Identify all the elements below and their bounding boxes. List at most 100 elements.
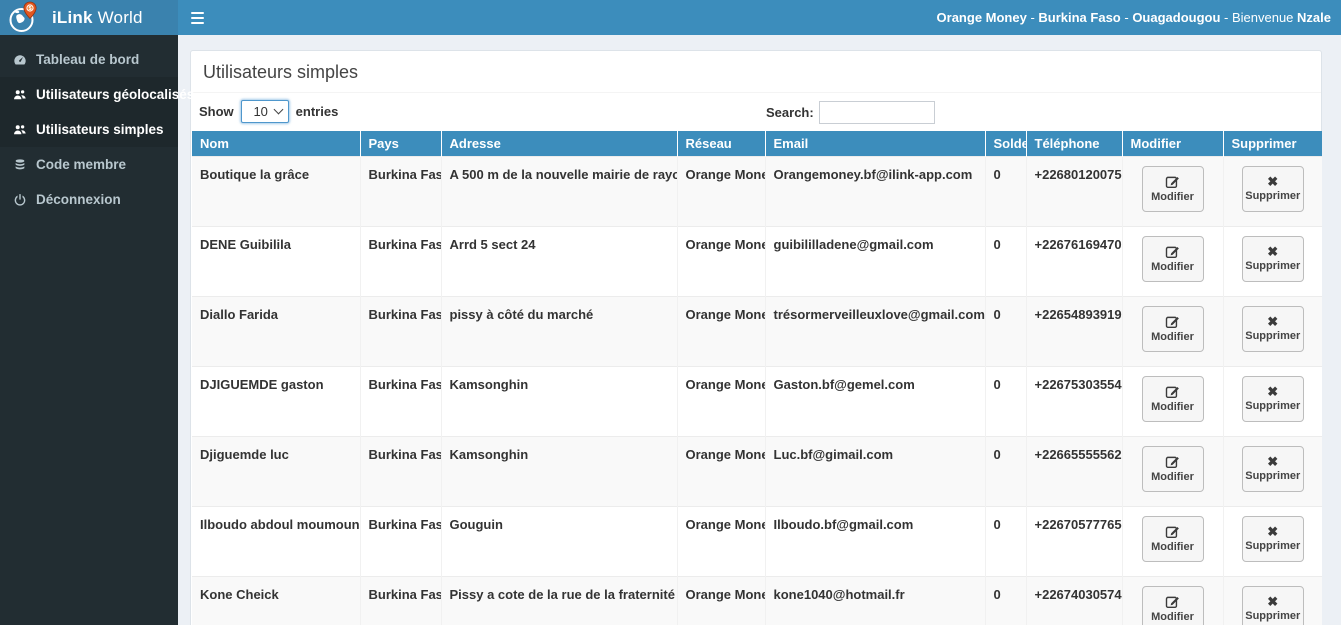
header-supprimer[interactable]: Supprimer: [1222, 131, 1322, 156]
cell-adresse: pissy à côté du marché: [440, 295, 677, 366]
page-length-select[interactable]: 10: [240, 100, 289, 123]
cell-nom: Ilboudo abdoul moumouni: [192, 505, 360, 576]
sidebar-toggle-button[interactable]: [178, 0, 216, 35]
cell-email: Orangemoney.bf@ilink-app.com: [764, 155, 985, 226]
power-icon: [14, 193, 26, 206]
users-icon: [14, 124, 26, 134]
modifier-button-label: Modifier: [1151, 541, 1194, 553]
cell-supprimer: ✖ Supprimer: [1222, 155, 1322, 226]
cell-supprimer: ✖ Supprimer: [1222, 575, 1322, 625]
cell-nom: Kone Cheick: [192, 575, 360, 625]
table-row: Djiguemde luc Burkina Faso Kamsonghin Or…: [192, 435, 1322, 506]
edit-icon: [1165, 386, 1179, 399]
cell-modifier: Modifier: [1121, 575, 1223, 625]
modifier-button-label: Modifier: [1151, 261, 1194, 273]
modifier-button[interactable]: Modifier: [1141, 515, 1204, 562]
table-controls: Show 10 entries Search:: [191, 100, 1321, 126]
cell-nom: Boutique la grâce: [192, 155, 360, 226]
table-row: Diallo Farida Burkina Faso pissy à côté …: [192, 295, 1322, 366]
cell-telephone: +22674030574: [1025, 575, 1122, 625]
edit-icon: [1165, 176, 1179, 189]
users-icon: [14, 89, 26, 99]
supprimer-button[interactable]: ✖ Supprimer: [1241, 445, 1304, 492]
supprimer-button[interactable]: ✖ Supprimer: [1241, 515, 1304, 562]
cell-solde: 0: [984, 365, 1026, 436]
delete-x-icon: ✖: [1267, 174, 1279, 189]
cell-telephone: +22670577765: [1025, 505, 1122, 576]
cell-telephone: +22675303554: [1025, 365, 1122, 436]
modifier-button[interactable]: Modifier: [1141, 375, 1204, 422]
supprimer-button-label: Supprimer: [1245, 610, 1301, 622]
header-reseau[interactable]: Réseau: [676, 131, 765, 156]
header-modifier[interactable]: Modifier: [1121, 131, 1223, 156]
modifier-button[interactable]: Modifier: [1141, 305, 1204, 352]
cell-solde: 0: [984, 155, 1026, 226]
modifier-button[interactable]: Modifier: [1141, 585, 1204, 625]
modifier-button-label: Modifier: [1151, 611, 1194, 623]
modifier-button[interactable]: Modifier: [1141, 235, 1204, 282]
cell-reseau: Orange Money: [676, 505, 765, 576]
sidebar: $ iLink World Tableau de bord Utilisateu…: [0, 0, 194, 625]
sidebar-item-utilisateurs-geolocalises[interactable]: Utilisateurs géolocalisés: [0, 77, 194, 112]
table-body: Boutique la grâce Burkina Faso A 500 m d…: [192, 155, 1322, 625]
page-length-control: Show 10 entries: [199, 100, 1313, 123]
cell-pays: Burkina Faso: [359, 435, 441, 506]
cell-email: kone1040@hotmail.fr: [764, 575, 985, 625]
users-table: Nom Pays Adresse Réseau Email Solde Télé…: [192, 131, 1322, 625]
cell-email: Ilboudo.bf@gmail.com: [764, 505, 985, 576]
cell-reseau: Orange Money: [676, 575, 765, 625]
cell-pays: Burkina Faso: [359, 575, 441, 625]
sidebar-item-code-membre[interactable]: Code membre: [0, 147, 178, 182]
table-header-row: Nom Pays Adresse Réseau Email Solde Télé…: [192, 131, 1322, 156]
sidebar-item-utilisateurs-simples[interactable]: Utilisateurs simples: [0, 112, 178, 147]
delete-x-icon: ✖: [1267, 384, 1279, 399]
cell-modifier: Modifier: [1121, 225, 1223, 296]
sidebar-item-deconnexion[interactable]: Déconnexion: [0, 182, 178, 217]
search-input[interactable]: [818, 101, 935, 124]
sidebar-item-label: Utilisateurs simples: [36, 122, 164, 137]
header-adresse[interactable]: Adresse: [440, 131, 677, 156]
supprimer-button[interactable]: ✖ Supprimer: [1241, 165, 1304, 212]
cell-pays: Burkina Faso: [359, 225, 441, 296]
modifier-button-label: Modifier: [1151, 471, 1194, 483]
dashboard-icon: [14, 54, 26, 65]
cell-pays: Burkina Faso: [359, 295, 441, 366]
header-solde[interactable]: Solde: [984, 131, 1026, 156]
header-telephone[interactable]: Téléphone: [1025, 131, 1122, 156]
cell-reseau: Orange Money: [676, 365, 765, 436]
table-row: Kone Cheick Burkina Faso Pissy a cote de…: [192, 575, 1322, 625]
sidebar-menu: Tableau de bord Utilisateurs géolocalisé…: [0, 42, 194, 217]
cell-modifier: Modifier: [1121, 435, 1223, 506]
sidebar-item-label: Déconnexion: [36, 192, 121, 207]
cell-adresse: Pissy a cote de la rue de la fraternité: [440, 575, 677, 625]
table-row: Ilboudo abdoul moumouni Burkina Faso Gou…: [192, 505, 1322, 576]
search-control: Search:: [766, 101, 935, 124]
cell-telephone: +22654893919: [1025, 295, 1122, 366]
delete-x-icon: ✖: [1267, 594, 1279, 609]
sidebar-item-label: Tableau de bord: [36, 52, 140, 67]
supprimer-button-label: Supprimer: [1245, 260, 1301, 272]
cell-solde: 0: [984, 575, 1026, 625]
brand-title: iLink World: [52, 7, 143, 27]
brand-logo[interactable]: $ iLink World: [0, 0, 178, 35]
modifier-button[interactable]: Modifier: [1141, 445, 1204, 492]
header-nom[interactable]: Nom: [192, 131, 360, 156]
cell-supprimer: ✖ Supprimer: [1222, 225, 1322, 296]
supprimer-button-label: Supprimer: [1245, 470, 1301, 482]
supprimer-button[interactable]: ✖ Supprimer: [1241, 585, 1304, 625]
supprimer-button[interactable]: ✖ Supprimer: [1241, 235, 1304, 282]
sidebar-item-tableau-de-bord[interactable]: Tableau de bord: [0, 42, 178, 77]
supprimer-button-label: Supprimer: [1245, 330, 1301, 342]
modifier-button[interactable]: Modifier: [1141, 165, 1204, 212]
supprimer-button[interactable]: ✖ Supprimer: [1241, 305, 1304, 352]
header-email[interactable]: Email: [764, 131, 985, 156]
cell-email: trésormerveilleuxlove@gmail.com: [764, 295, 985, 366]
edit-icon: [1165, 456, 1179, 469]
modifier-button-label: Modifier: [1151, 331, 1194, 343]
delete-x-icon: ✖: [1267, 524, 1279, 539]
header-pays[interactable]: Pays: [359, 131, 441, 156]
database-icon: [15, 158, 25, 169]
cell-solde: 0: [984, 435, 1026, 506]
cell-nom: DJIGUEMDE gaston: [192, 365, 360, 436]
supprimer-button[interactable]: ✖ Supprimer: [1241, 375, 1304, 422]
